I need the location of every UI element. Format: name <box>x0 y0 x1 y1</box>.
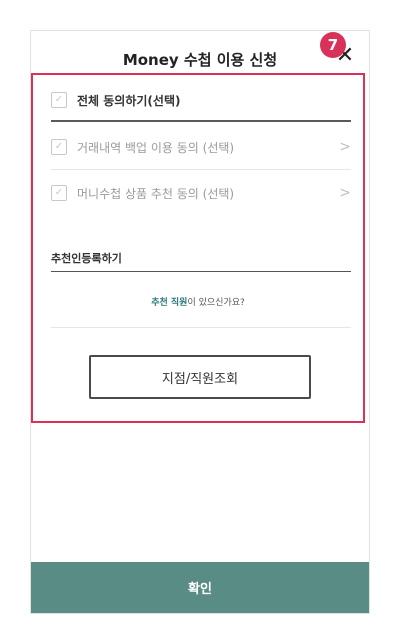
item-divider <box>51 169 351 170</box>
app-screen: Money 수첩 이용 신청 ✕ ✓ 전체 동의하기(선택) ✓ 거래내역 백업… <box>30 30 370 614</box>
chevron-right-icon[interactable]: > <box>339 139 351 155</box>
confirm-button[interactable]: 확인 <box>31 562 369 613</box>
referrer-staff-link[interactable]: 추천 직원 <box>151 298 187 308</box>
section-divider <box>51 120 351 122</box>
question-divider <box>51 327 351 328</box>
branch-staff-lookup-button[interactable]: 지점/직원조회 <box>89 355 311 399</box>
chevron-right-icon[interactable]: > <box>339 185 351 201</box>
referrer-input[interactable] <box>51 245 351 272</box>
agree-all-row[interactable]: ✓ 전체 동의하기(선택) <box>51 86 351 114</box>
agree-all-label: 전체 동의하기(선택) <box>77 93 181 108</box>
referrer-question-text: 이 있으신가요? <box>187 298 245 308</box>
recommend-label: 머니수첩 상품 추천 동의 (선택) <box>77 186 235 201</box>
recommend-checkbox[interactable]: ✓ <box>51 185 67 201</box>
step-number-badge: 7 <box>320 32 346 58</box>
page-title: Money 수첩 이용 신청 <box>122 51 278 69</box>
agree-all-checkbox[interactable]: ✓ <box>51 92 67 108</box>
backup-label: 거래내역 백업 이용 동의 (선택) <box>77 140 235 155</box>
referrer-question: 추천 직원이 있으신가요? <box>31 295 365 308</box>
agreement-item-backup[interactable]: ✓ 거래내역 백업 이용 동의 (선택) > <box>51 133 351 161</box>
backup-checkbox[interactable]: ✓ <box>51 139 67 155</box>
agreement-item-recommend[interactable]: ✓ 머니수첩 상품 추천 동의 (선택) > <box>51 179 351 207</box>
